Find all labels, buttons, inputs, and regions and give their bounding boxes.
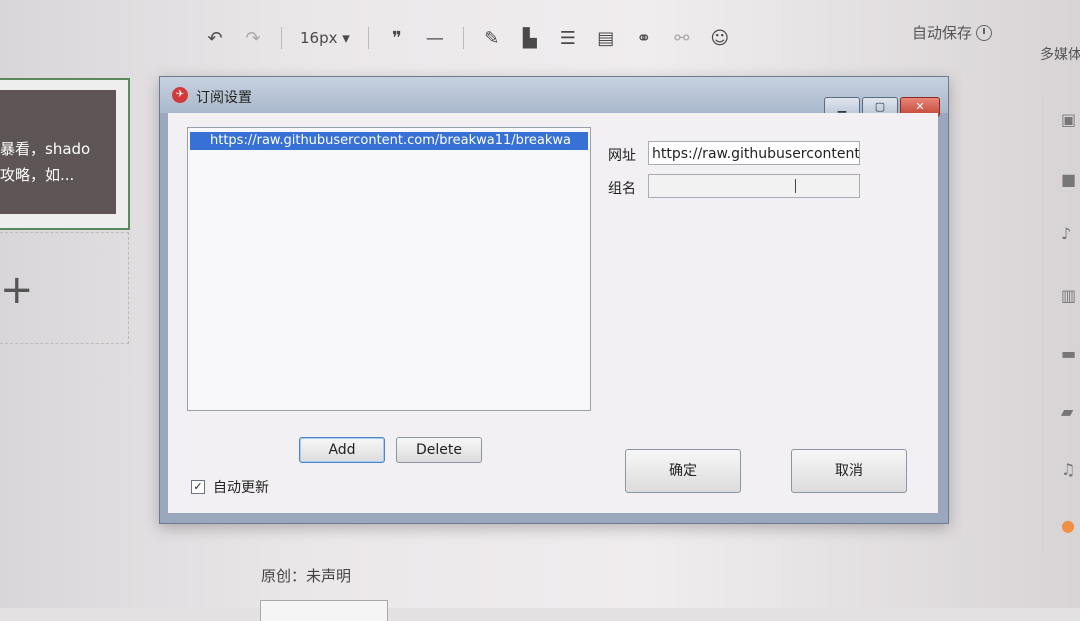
auto-update-row: ✓ 自动更新 <box>191 477 269 497</box>
editor-toolbar: ↶ ↷ 16px ▾ ❞ — ✎ ▙ ☰ ▤ ⚭ ⚯ ☺ <box>205 18 730 58</box>
article-snippet: 攻略，如... <box>0 166 75 184</box>
app-icon: ✈ <box>172 87 188 103</box>
subscription-settings-dialog: ✈ 订阅设置 ▁ ▢ ✕ https://raw.githubuserconte… <box>159 76 949 524</box>
paragraph-icon[interactable]: ▤ <box>596 26 616 50</box>
video-icon[interactable]: ■ <box>1061 170 1080 190</box>
toolbar-divider <box>367 27 369 49</box>
link-icon[interactable]: ⚭ <box>634 26 654 50</box>
dialog-titlebar[interactable]: ✈ 订阅设置 ▁ ▢ ✕ <box>160 77 948 117</box>
plus-icon[interactable]: + <box>0 270 34 310</box>
url-label: 网址 <box>608 148 636 164</box>
comment-icon[interactable]: ▰ <box>1061 402 1080 422</box>
insert-text-icon[interactable]: ☰ <box>558 26 578 50</box>
undo-icon[interactable]: ↶ <box>205 26 225 50</box>
ok-button[interactable]: 确定 <box>625 449 741 493</box>
url-field[interactable]: https://raw.githubusercontent.c <box>648 141 860 165</box>
list-item[interactable]: https://raw.githubusercontent.com/breakw… <box>190 132 588 150</box>
dialog-body: https://raw.githubusercontent.com/breakw… <box>168 113 938 513</box>
format-painter-icon[interactable]: ✎ <box>482 26 502 50</box>
right-panel-label: 多媒体 <box>1040 47 1080 63</box>
font-size-value: 16px <box>300 29 338 47</box>
article-card[interactable]: 暴看，shado 攻略，如... <box>0 78 130 230</box>
article-snippet: 暴看，shado <box>0 140 91 158</box>
add-button[interactable]: Add <box>299 437 385 463</box>
original-declaration[interactable]: 原创：未声明 <box>261 565 351 586</box>
autosave-label: 自动保存 <box>912 24 973 42</box>
toolbar-divider <box>462 27 464 49</box>
partial-button[interactable] <box>260 600 388 621</box>
auto-update-label: 自动更新 <box>213 480 269 496</box>
group-name-label: 组名 <box>608 181 636 197</box>
horizontal-rule-icon[interactable]: — <box>425 26 445 50</box>
card-icon[interactable]: ▬ <box>1061 344 1080 364</box>
cancel-button[interactable]: 取消 <box>791 449 907 493</box>
music-icon[interactable]: ♫ <box>1061 460 1080 480</box>
redo-icon[interactable]: ↷ <box>243 26 263 50</box>
group-name-field[interactable] <box>648 174 860 198</box>
article-thumbnail: 暴看，shado 攻略，如... <box>0 90 116 214</box>
subscription-list[interactable]: https://raw.githubusercontent.com/breakw… <box>187 127 591 411</box>
poll-icon[interactable]: ▥ <box>1061 286 1080 306</box>
text-cursor <box>795 179 796 193</box>
add-more-icon[interactable]: ● <box>1061 516 1080 536</box>
toolbar-divider <box>281 27 282 49</box>
right-sidebar: ▣ ■ ♪ ▥ ▬ ▰ ♫ ● <box>1042 92 1080 552</box>
dialog-title: 订阅设置 <box>196 90 252 106</box>
font-size-select[interactable]: 16px ▾ <box>300 26 350 50</box>
delete-button[interactable]: Delete <box>396 437 482 463</box>
quote-icon[interactable]: ❞ <box>387 26 407 50</box>
emoji-icon[interactable]: ☺ <box>710 26 730 50</box>
clock-icon <box>976 24 993 41</box>
image-icon[interactable]: ▣ <box>1061 110 1080 130</box>
audio-icon[interactable]: ♪ <box>1061 224 1080 244</box>
unlink-icon[interactable]: ⚯ <box>672 26 692 50</box>
auto-update-checkbox[interactable]: ✓ <box>191 480 205 494</box>
autosave-status: 自动保存 <box>912 22 993 43</box>
clear-format-icon[interactable]: ▙ <box>520 26 540 50</box>
